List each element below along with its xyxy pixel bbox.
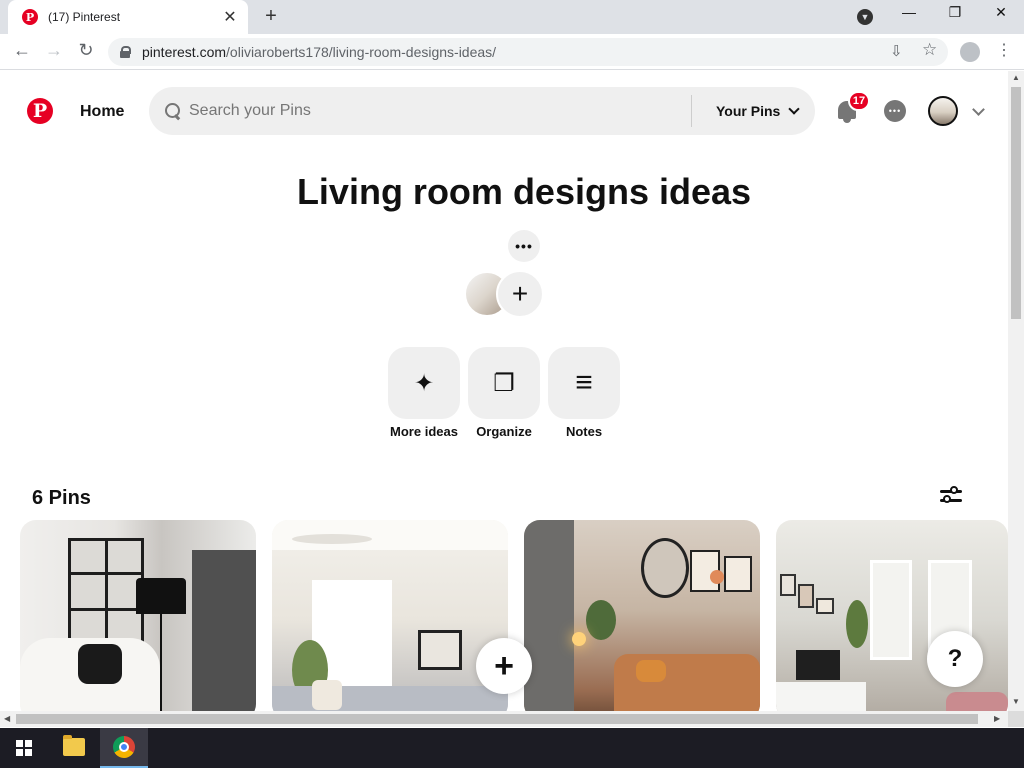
forward-button[interactable]: →	[42, 40, 66, 61]
install-app-icon[interactable]: ⇩	[890, 42, 903, 60]
add-pin-button[interactable]: +	[476, 638, 532, 694]
scroll-corner	[1008, 711, 1024, 727]
pins-count: 6 Pins	[32, 487, 91, 509]
vertical-scrollbar[interactable]: ▲ ▼	[1008, 71, 1024, 711]
scroll-up-arrow-icon[interactable]: ▲	[1012, 73, 1020, 82]
organize-button[interactable]: ❐	[468, 347, 540, 419]
filter-settings-icon[interactable]	[940, 486, 962, 505]
search-icon	[165, 103, 181, 119]
horizontal-scroll-thumb[interactable]	[16, 714, 978, 724]
address-bar[interactable]: pinterest.com/oliviaroberts178/living-ro…	[108, 38, 948, 66]
messages-icon[interactable]: •••	[884, 100, 906, 122]
close-window-button[interactable]: ✕	[986, 4, 1016, 21]
browser-tab[interactable]: P (17) Pinterest ✕	[8, 0, 248, 34]
sparkle-icon: ✦	[413, 369, 435, 397]
maximize-button[interactable]: ❐	[940, 4, 970, 21]
more-ideas-button[interactable]: ✦	[388, 347, 460, 419]
pin-card[interactable]	[776, 520, 1008, 711]
browser-menu-icon[interactable]: ⋮	[996, 40, 1012, 60]
horizontal-scrollbar[interactable]: ◀ ▶	[0, 711, 1008, 727]
organize-icon: ❐	[493, 369, 515, 397]
browser-profile-icon[interactable]	[960, 42, 980, 62]
url-text[interactable]: pinterest.com/oliviaroberts178/living-ro…	[142, 44, 496, 60]
board-more-options-button[interactable]: •••	[508, 230, 540, 262]
windows-start-icon[interactable]	[16, 740, 32, 756]
your-pins-label: Your Pins	[716, 103, 781, 119]
windows-taskbar	[0, 728, 1024, 768]
tab-title: (17) Pinterest	[48, 10, 121, 24]
help-button[interactable]: ?	[927, 631, 983, 687]
back-button[interactable]: ←	[10, 40, 34, 61]
scroll-left-arrow-icon[interactable]: ◀	[4, 714, 10, 723]
lock-icon[interactable]	[120, 46, 131, 58]
chevron-down-icon	[788, 103, 800, 115]
tab-search-icon[interactable]: ▼	[857, 9, 873, 25]
home-link[interactable]: Home	[80, 103, 124, 121]
search-input[interactable]	[189, 102, 679, 120]
page-title: Living room designs ideas	[296, 171, 752, 212]
notes-button[interactable]: ≡	[548, 347, 620, 419]
reload-button[interactable]: ↻	[74, 40, 98, 61]
search-bar[interactable]: Your Pins	[149, 87, 815, 135]
avatar[interactable]	[928, 96, 958, 126]
your-pins-dropdown[interactable]: Your Pins	[716, 103, 800, 119]
notes-label: Notes	[565, 424, 603, 439]
minimize-button[interactable]: —	[894, 4, 924, 20]
pin-card[interactable]	[272, 520, 508, 711]
scroll-right-arrow-icon[interactable]: ▶	[994, 714, 1000, 723]
new-tab-button[interactable]: +	[260, 5, 282, 28]
pinterest-favicon-icon: P	[22, 9, 38, 25]
notes-icon: ≡	[575, 366, 593, 399]
file-explorer-icon[interactable]	[63, 735, 85, 756]
bookmark-star-icon[interactable]: ☆	[922, 40, 937, 60]
taskbar-chrome-button[interactable]	[100, 728, 148, 768]
account-chevron-down-icon[interactable]	[972, 103, 985, 116]
pinterest-logo-icon[interactable]: P	[27, 98, 53, 124]
notification-badge: 17	[848, 91, 870, 111]
pin-card[interactable]	[524, 520, 760, 711]
add-collaborator-button[interactable]: +	[496, 270, 544, 318]
chrome-icon	[113, 736, 135, 758]
close-tab-icon[interactable]: ✕	[222, 7, 238, 27]
pinterest-page: P Home Your Pins 17 ••• Living room desi…	[0, 71, 1008, 711]
browser-tab-strip: P (17) Pinterest ✕ + ▼ — ❐ ✕	[0, 0, 1024, 34]
scroll-down-arrow-icon[interactable]: ▼	[1012, 697, 1020, 706]
search-divider	[691, 95, 692, 127]
browser-toolbar: ← → ↻ pinterest.com/oliviaroberts178/liv…	[0, 34, 1024, 70]
vertical-scroll-thumb[interactable]	[1011, 87, 1021, 319]
pin-card[interactable]	[20, 520, 256, 711]
